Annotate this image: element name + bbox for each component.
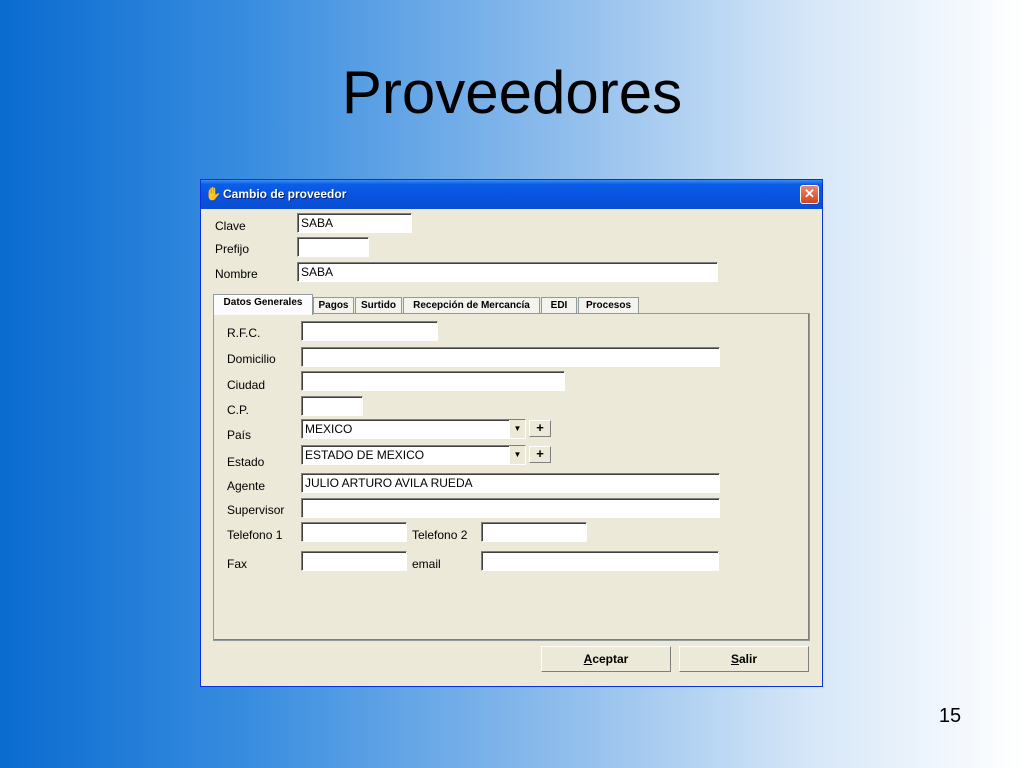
- tab-pagos[interactable]: Pagos: [313, 297, 354, 314]
- nombre-label: Nombre: [215, 267, 258, 281]
- domicilio-label: Domicilio: [227, 352, 276, 366]
- pais-value: MEXICO: [305, 422, 353, 436]
- tab-procesos[interactable]: Procesos: [578, 297, 639, 314]
- estado-label: Estado: [227, 455, 265, 469]
- prefijo-input[interactable]: [297, 237, 369, 257]
- tab-recepcion-mercancia[interactable]: Recepción de Mercancía: [403, 297, 540, 314]
- close-button[interactable]: ✕: [800, 185, 819, 204]
- salir-label: alir: [739, 652, 758, 666]
- tab-edi[interactable]: EDI: [541, 297, 577, 314]
- telefono2-input[interactable]: [481, 522, 587, 542]
- title-bar[interactable]: ✋ Cambio de proveedor ✕: [201, 180, 822, 209]
- estado-value: ESTADO DE MEXICO: [305, 448, 425, 462]
- email-input[interactable]: [481, 551, 719, 571]
- clave-input[interactable]: SABA: [297, 213, 412, 233]
- rfc-label: R.F.C.: [227, 326, 261, 340]
- email-label: email: [412, 557, 441, 571]
- pais-select[interactable]: MEXICO ▼: [301, 419, 526, 439]
- tab-datos-generales[interactable]: Datos Generales: [213, 294, 313, 315]
- cp-input[interactable]: [301, 396, 363, 416]
- telefono2-label: Telefono 2: [412, 528, 468, 542]
- telefono1-label: Telefono 1: [227, 528, 283, 542]
- cp-label: C.P.: [227, 403, 249, 417]
- tab-surtido[interactable]: Surtido: [355, 297, 402, 314]
- nombre-input[interactable]: SABA: [297, 262, 718, 282]
- pais-label: País: [227, 428, 252, 442]
- aceptar-accelerator: A: [583, 652, 593, 666]
- fax-label: Fax: [227, 557, 248, 571]
- slide-title: Proveedores: [341, 59, 683, 126]
- supervisor-label: Supervisor: [227, 503, 285, 517]
- add-estado-button[interactable]: +: [529, 446, 551, 463]
- clave-label: Clave: [215, 219, 246, 233]
- window-title: Cambio de proveedor: [223, 187, 347, 201]
- add-pais-button[interactable]: +: [529, 420, 551, 437]
- estado-select[interactable]: ESTADO DE MEXICO ▼: [301, 445, 526, 465]
- page-number: 15: [938, 705, 962, 727]
- salir-accelerator: S: [730, 652, 739, 666]
- ciudad-label: Ciudad: [227, 378, 266, 392]
- domicilio-input[interactable]: [301, 347, 720, 367]
- aceptar-label: ceptar: [592, 652, 629, 666]
- chevron-down-icon[interactable]: ▼: [509, 420, 525, 438]
- fax-input[interactable]: [301, 551, 407, 571]
- aceptar-button[interactable]: Aceptar: [541, 646, 671, 672]
- salir-button[interactable]: Salir: [679, 646, 809, 672]
- prefijo-label: Prefijo: [215, 242, 250, 256]
- telefono1-input[interactable]: [301, 522, 407, 542]
- dialog-window: ✋ Cambio de proveedor ✕ Clave SABA Prefi…: [200, 179, 823, 687]
- handshake-icon: ✋: [205, 186, 222, 201]
- agente-input[interactable]: JULIO ARTURO AVILA RUEDA: [301, 473, 720, 493]
- rfc-input[interactable]: [301, 321, 438, 341]
- agente-label: Agente: [227, 479, 266, 493]
- supervisor-input[interactable]: [301, 498, 720, 518]
- ciudad-input[interactable]: [301, 371, 565, 391]
- chevron-down-icon[interactable]: ▼: [509, 446, 525, 464]
